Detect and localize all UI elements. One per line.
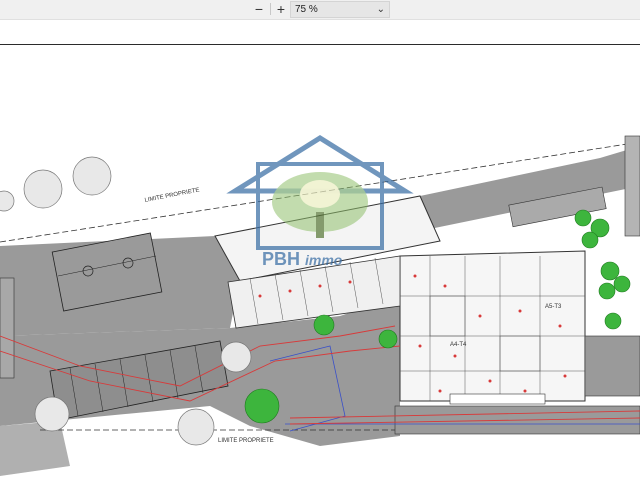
watermark-brand-secondary: immo [305,252,343,268]
document-header-strip [0,20,640,45]
building-tower [399,250,586,402]
watermark-brand-primary: PBH [262,249,300,269]
site-plan-drawing: LIMITE PROPRIETE LIMITE PROPRIETE A4-T4 … [0,135,640,476]
unit-label-a4: A4-T4 [450,342,467,348]
far-right-edge [624,135,640,237]
property-limit-label-top: LIMITE PROPRIETE [144,187,200,204]
zoom-level-value: 75 % [295,4,318,15]
unit-label-a5: A5-T3 [545,304,562,310]
terrace-strip [449,393,546,405]
zoom-in-button[interactable]: + [272,1,290,17]
toolbar-separator [270,3,271,15]
property-limit-label-bottom: LIMITE PROPRIETE [218,438,274,444]
viewer-toolbar: − + 75 % ⌄ [0,0,640,20]
document-page[interactable]: LIMITE PROPRIETE LIMITE PROPRIETE A4-T4 … [0,46,640,480]
left-edge-structure [0,277,15,379]
chevron-down-icon: ⌄ [376,4,385,15]
zoom-level-select[interactable]: 75 % ⌄ [290,1,390,18]
zoom-out-button[interactable]: − [250,1,268,17]
annex-block [584,335,640,397]
